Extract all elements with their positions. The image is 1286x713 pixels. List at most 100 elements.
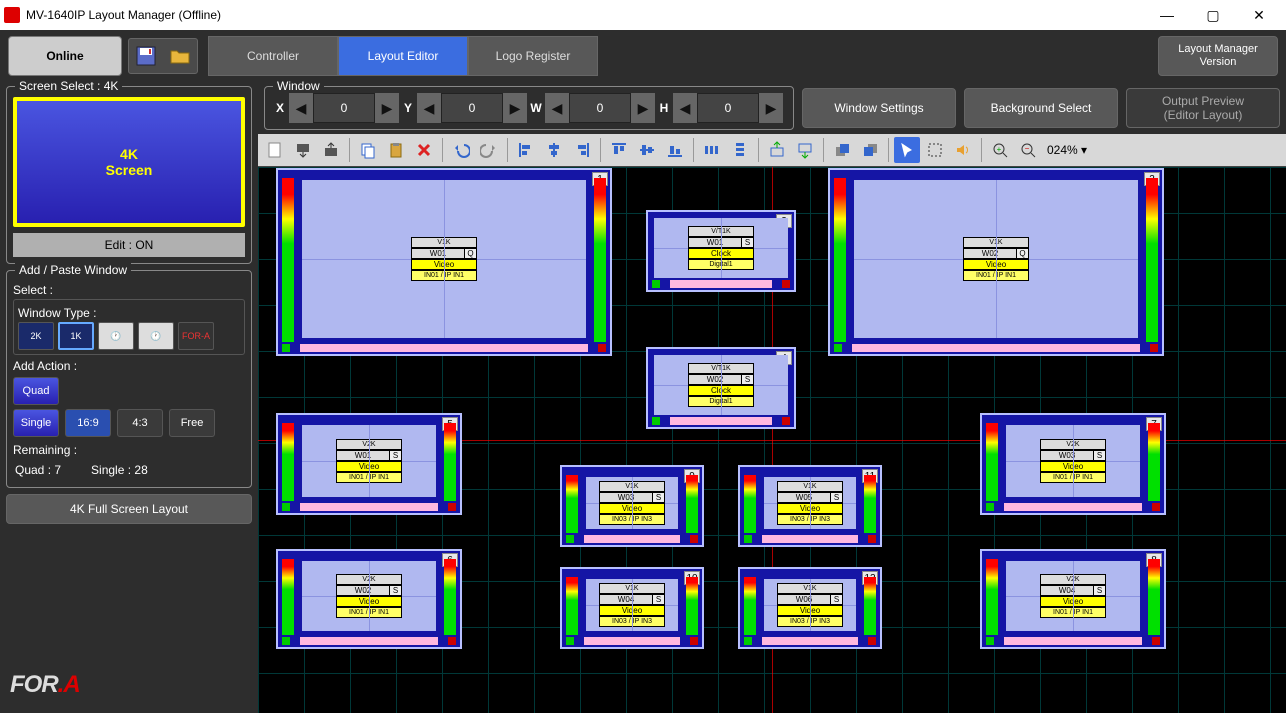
app-icon [4, 7, 20, 23]
ratio-free[interactable]: Free [169, 409, 215, 437]
zoom-in-icon[interactable]: + [987, 137, 1013, 163]
main-top-controls: Window X ◀0▶ Y ◀0▶ W ◀0▶ H ◀0▶ Window Se… [258, 82, 1286, 134]
sidebar: Screen Select : 4K 4K Screen Edit : ON A… [0, 82, 258, 713]
layout-window-7[interactable]: 7V2KW03SVideoIN01 / IP IN1 [980, 413, 1166, 515]
layout-window-4[interactable]: 4V/T1KW02SClockDigital1 [646, 347, 796, 429]
screen-select-group: Screen Select : 4K 4K Screen Edit : ON [6, 86, 252, 264]
brand-logo: FOR.A [6, 663, 252, 707]
save-icon[interactable] [131, 41, 161, 71]
version-button[interactable]: Layout Manager Version [1158, 36, 1278, 76]
scale-up-icon[interactable] [764, 137, 790, 163]
main: Window X ◀0▶ Y ◀0▶ W ◀0▶ H ◀0▶ Window Se… [258, 82, 1286, 713]
minimize-button[interactable]: — [1144, 0, 1190, 30]
tab-bar: Controller Layout Editor Logo Register [208, 36, 598, 76]
new-icon[interactable] [262, 137, 288, 163]
remaining-values: Quad : 7 Single : 28 [13, 459, 245, 481]
type-clock-analog[interactable]: 🕐 [98, 322, 134, 350]
send-back-icon[interactable] [857, 137, 883, 163]
window-info: V1KW05SVideoIN03 / IP IN3 [777, 481, 843, 525]
edit-status[interactable]: Edit : ON [13, 233, 245, 257]
align-right-icon[interactable] [569, 137, 595, 163]
layout-window-10[interactable]: 10V1KW04SVideoIN03 / IP IN3 [560, 567, 704, 649]
add-paste-title: Add / Paste Window [15, 263, 131, 277]
tab-logo-register[interactable]: Logo Register [468, 36, 598, 76]
delete-icon[interactable] [411, 137, 437, 163]
topbar: Online Controller Layout Editor Logo Reg… [0, 30, 1286, 82]
file-icon-group [128, 38, 198, 74]
window-info: V1KW02QVideoIN01 / IP IN1 [963, 237, 1029, 281]
type-2k[interactable]: 2K [18, 322, 54, 350]
w-spinner[interactable]: ◀0▶ [545, 93, 655, 123]
window-info: V2KW02SVideoIN01 / IP IN1 [336, 574, 402, 618]
layout-window-1[interactable]: 1V1KW01QVideoIN01 / IP IN1 [276, 168, 612, 356]
open-icon[interactable] [165, 41, 195, 71]
layout-window-6[interactable]: 6V2KW02SVideoIN01 / IP IN1 [276, 549, 462, 649]
bring-front-icon[interactable] [829, 137, 855, 163]
zoom-out-icon[interactable]: − [1015, 137, 1041, 163]
pointer-icon[interactable] [894, 137, 920, 163]
screen-preview[interactable]: 4K Screen [13, 97, 245, 227]
h-spinner[interactable]: ◀0▶ [673, 93, 783, 123]
window-info: V/T1KW02SClockDigital1 [688, 363, 754, 407]
marquee-icon[interactable] [922, 137, 948, 163]
layout-window-3[interactable]: 3V/T1KW01SClockDigital1 [646, 210, 796, 292]
icon-toolbar: + − 024% ▾ [258, 134, 1286, 166]
layout-canvas[interactable]: 1V1KW01QVideoIN01 / IP IN1 2V1KW02QVideoI… [258, 166, 1286, 713]
output-preview-button[interactable]: Output Preview (Editor Layout) [1126, 88, 1280, 128]
svg-text:+: + [997, 145, 1002, 154]
scale-down-icon[interactable] [792, 137, 818, 163]
type-clock-digital[interactable]: 🕐 [138, 322, 174, 350]
quad-button[interactable]: Quad [13, 377, 59, 405]
audio-icon[interactable] [950, 137, 976, 163]
tab-layout-editor[interactable]: Layout Editor [338, 36, 468, 76]
type-1k[interactable]: 1K [58, 322, 94, 350]
single-button[interactable]: Single [13, 409, 59, 437]
align-bottom-icon[interactable] [662, 137, 688, 163]
add-paste-group: Add / Paste Window Select : Window Type … [6, 270, 252, 488]
align-center-h-icon[interactable] [541, 137, 567, 163]
send-up-icon[interactable] [318, 137, 344, 163]
window-info: V/T1KW01SClockDigital1 [688, 226, 754, 270]
background-select-button[interactable]: Background Select [964, 88, 1118, 128]
copy-icon[interactable] [355, 137, 381, 163]
online-button[interactable]: Online [8, 36, 122, 76]
maximize-button[interactable]: ▢ [1190, 0, 1236, 30]
window-coord-group: Window X ◀0▶ Y ◀0▶ W ◀0▶ H ◀0▶ [264, 86, 794, 130]
add-action-label: Add Action : [13, 359, 245, 373]
distribute-v-icon[interactable] [727, 137, 753, 163]
layout-window-9[interactable]: 9V1KW03SVideoIN03 / IP IN3 [560, 465, 704, 547]
align-left-icon[interactable] [513, 137, 539, 163]
window-info: V2KW03SVideoIN01 / IP IN1 [1040, 439, 1106, 483]
layout-window-2[interactable]: 2V1KW02QVideoIN01 / IP IN1 [828, 168, 1164, 356]
paste-icon[interactable] [383, 137, 409, 163]
redo-icon[interactable] [476, 137, 502, 163]
window-info: V1KW03SVideoIN03 / IP IN3 [599, 481, 665, 525]
y-label: Y [401, 101, 415, 115]
close-button[interactable]: ✕ [1236, 0, 1282, 30]
select-label: Select : [13, 283, 245, 297]
distribute-h-icon[interactable] [699, 137, 725, 163]
layout-window-5[interactable]: 5V2KW01SVideoIN01 / IP IN1 [276, 413, 462, 515]
h-label: H [657, 101, 671, 115]
titlebar: MV-1640IP Layout Manager (Offline) — ▢ ✕ [0, 0, 1286, 30]
undo-icon[interactable] [448, 137, 474, 163]
align-top-icon[interactable] [606, 137, 632, 163]
x-spinner[interactable]: ◀0▶ [289, 93, 399, 123]
ratio-4-3[interactable]: 4:3 [117, 409, 163, 437]
layout-window-11[interactable]: 11V1KW05SVideoIN03 / IP IN3 [738, 465, 882, 547]
window-settings-button[interactable]: Window Settings [802, 88, 956, 128]
type-logo[interactable]: FOR-A [178, 322, 214, 350]
screen-select-title: Screen Select : 4K [15, 79, 122, 93]
window-type-row: 2K 1K 🕐 🕐 FOR-A [18, 322, 240, 350]
zoom-level[interactable]: 024% ▾ [1047, 143, 1087, 157]
remaining-label: Remaining : [13, 443, 245, 457]
full-screen-layout-button[interactable]: 4K Full Screen Layout [6, 494, 252, 524]
y-spinner[interactable]: ◀0▶ [417, 93, 527, 123]
window-group-title: Window [273, 79, 324, 93]
layout-window-8[interactable]: 8V2KW04SVideoIN01 / IP IN1 [980, 549, 1166, 649]
tab-controller[interactable]: Controller [208, 36, 338, 76]
align-middle-icon[interactable] [634, 137, 660, 163]
ratio-16-9[interactable]: 16:9 [65, 409, 111, 437]
send-down-icon[interactable] [290, 137, 316, 163]
layout-window-12[interactable]: 12V1KW06SVideoIN03 / IP IN3 [738, 567, 882, 649]
